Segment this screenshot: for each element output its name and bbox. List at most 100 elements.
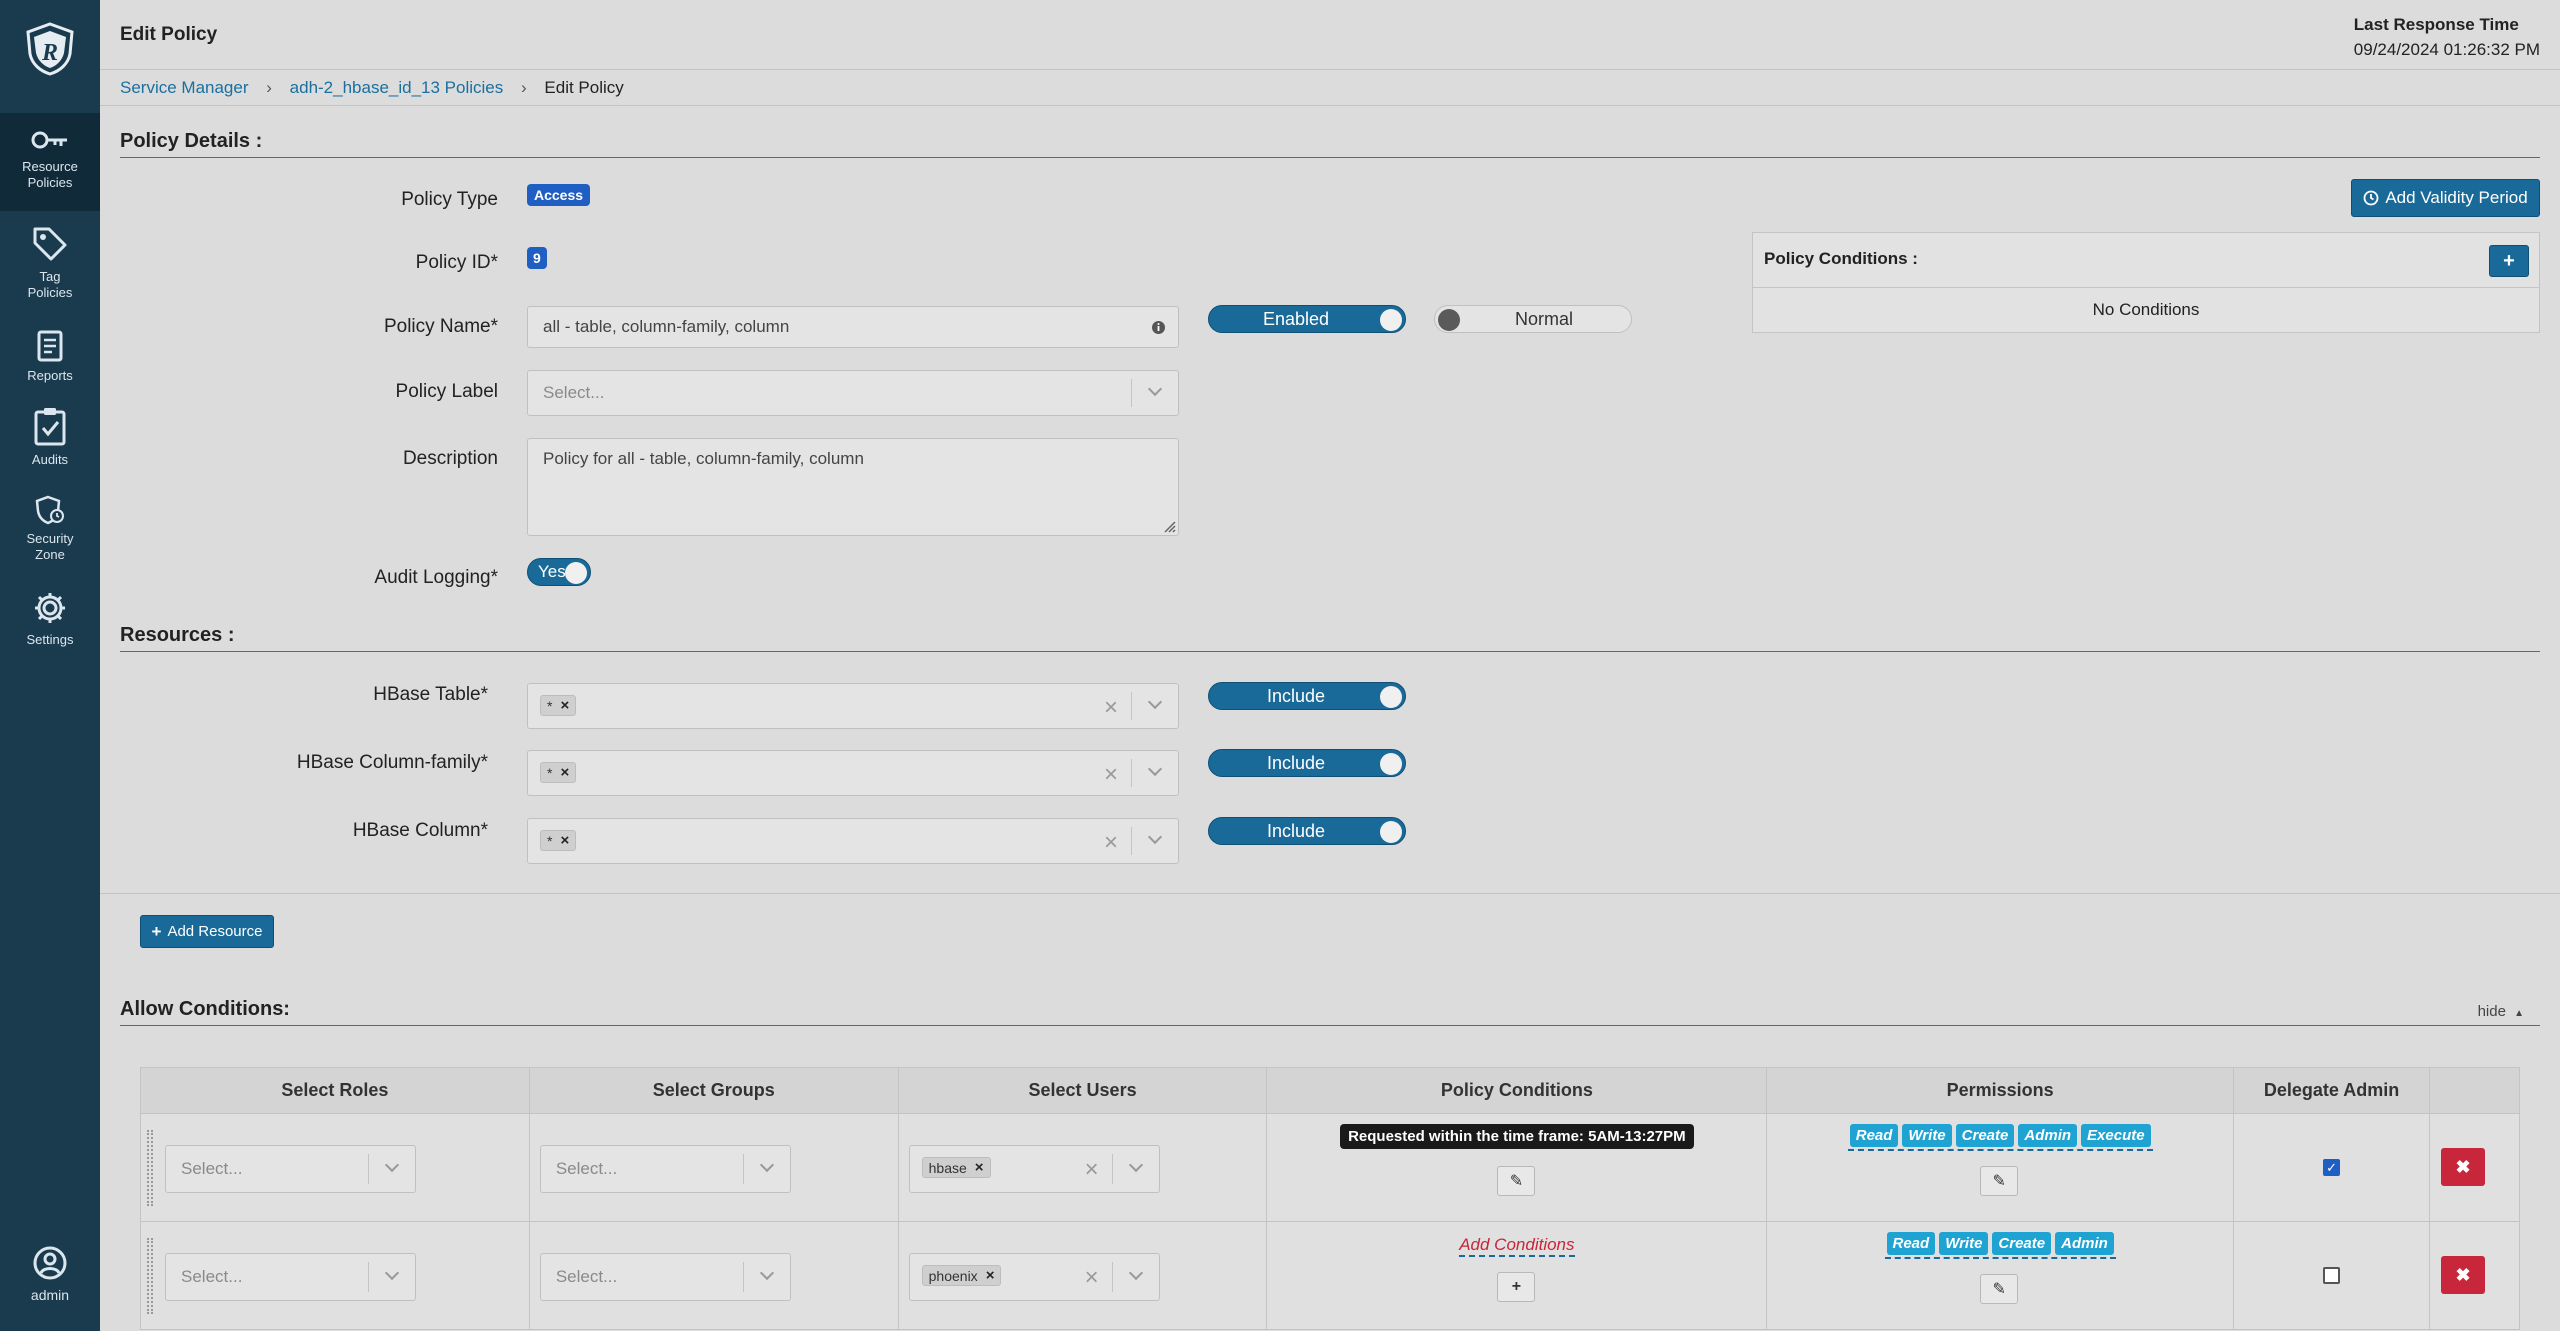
breadcrumb-service-manager[interactable]: Service Manager [120, 78, 249, 97]
policy-name-input[interactable]: all - table, column-family, column [527, 306, 1179, 348]
permission-tag: Admin [2055, 1232, 2114, 1255]
audit-logging-toggle[interactable]: Yes [527, 558, 591, 586]
permission-list[interactable]: Read Write Create Admin [1884, 1232, 2116, 1259]
permission-list[interactable]: Read Write Create Admin Execute [1847, 1124, 2153, 1151]
hide-toggle-link[interactable]: hide ▲ [2478, 1003, 2524, 1020]
description-value: Policy for all - table, column-family, c… [543, 449, 864, 468]
add-conditions-link[interactable]: Add Conditions [1459, 1235, 1575, 1257]
column-header: Select Groups [528, 1067, 899, 1114]
clear-icon[interactable]: × [1085, 1264, 1099, 1292]
select-users[interactable]: hbase × × [908, 1145, 1160, 1193]
security-zone-icon [35, 495, 64, 525]
toggle-knob [1380, 753, 1402, 775]
user-chip-label: phoenix [928, 1267, 978, 1284]
plus-icon: + [2503, 249, 2515, 272]
chevron-down-icon [759, 1265, 774, 1281]
remove-icon[interactable]: × [986, 1267, 995, 1284]
select-roles[interactable]: Select... [165, 1145, 416, 1193]
select-roles[interactable]: Select... [165, 1253, 416, 1301]
resize-handle-icon [1164, 521, 1176, 533]
sidebar-item-label: Security [26, 531, 74, 546]
remove-icon[interactable]: × [975, 1159, 984, 1176]
hbase-table-include-toggle[interactable]: Include [1208, 682, 1406, 710]
delegate-admin-checkbox[interactable] [2323, 1267, 2341, 1284]
clear-icon[interactable]: × [1085, 1156, 1099, 1184]
policy-label-select[interactable]: Select... [527, 370, 1179, 416]
include-toggle-label: Include [1266, 685, 1326, 706]
drag-handle-icon[interactable] [147, 1130, 153, 1206]
delete-row-button[interactable]: ✖ [2441, 1256, 2485, 1294]
include-toggle-label: Include [1266, 820, 1326, 841]
remove-icon[interactable]: × [560, 832, 569, 849]
section-divider [120, 157, 2540, 158]
policy-conditions-panel: Policy Conditions : + No Conditions [1752, 232, 2540, 333]
hbase-column-select[interactable]: * × × [527, 818, 1179, 864]
description-textarea[interactable]: Policy for all - table, column-family, c… [527, 438, 1179, 536]
sidebar-item-resource-policies[interactable]: Resource Policies [0, 113, 100, 211]
user-menu[interactable]: admin [0, 1245, 100, 1303]
add-resource-button[interactable]: + Add Resource [140, 915, 274, 948]
hbase-table-select[interactable]: * × × [527, 683, 1179, 729]
resource-value-chip: * × [540, 695, 577, 716]
report-icon [37, 330, 63, 362]
sidebar-item-label: Audits [31, 452, 69, 467]
add-condition-button[interactable]: + [1497, 1272, 1536, 1302]
sidebar-item-label: Policies [27, 285, 73, 300]
remove-icon[interactable]: × [560, 697, 569, 714]
sidebar-item-audits[interactable]: Audits [0, 406, 100, 468]
policy-type-badge: Access [527, 184, 591, 206]
select-groups[interactable]: Select... [539, 1253, 791, 1301]
select-groups[interactable]: Select... [539, 1145, 791, 1193]
sidebar-item-label: Settings [26, 632, 74, 647]
svg-text:R: R [41, 40, 58, 66]
edit-permissions-button[interactable]: ✎ [1980, 1166, 2019, 1196]
hbase-column-include-toggle[interactable]: Include [1208, 817, 1406, 845]
toggle-knob [1380, 686, 1402, 708]
actions-cell: ✖ [2429, 1221, 2520, 1330]
drag-handle-icon[interactable] [147, 1238, 153, 1314]
hbase-column-family-select[interactable]: * × × [527, 750, 1179, 796]
normal-toggle[interactable]: Normal [1434, 305, 1632, 333]
sidebar-item-settings[interactable]: Settings [0, 590, 100, 648]
key-icon [31, 131, 67, 149]
select-roles-placeholder: Select... [181, 1267, 243, 1286]
breadcrumb-policies[interactable]: adh-2_hbase_id_13 Policies [290, 78, 504, 97]
edit-condition-button[interactable]: ✎ [1497, 1166, 1536, 1196]
delegate-admin-checkbox[interactable]: ✓ [2323, 1159, 2341, 1176]
conditions-cell: Add Conditions + [1266, 1221, 1768, 1330]
ranger-logo-icon[interactable]: R [24, 22, 76, 76]
policy-id-label: Policy ID* [415, 252, 498, 273]
delete-row-button[interactable]: ✖ [2441, 1148, 2485, 1186]
user-chip: hbase × [921, 1157, 991, 1178]
sidebar-item-tag-policies[interactable]: Tag Policies [0, 225, 100, 301]
hbase-column-family-include-toggle[interactable]: Include [1208, 749, 1406, 777]
policy-type-label: Policy Type [401, 189, 498, 210]
clear-icon[interactable]: × [1104, 761, 1118, 789]
add-validity-period-button[interactable]: Add Validity Period [2351, 179, 2540, 217]
policy-label-label: Policy Label [395, 381, 498, 402]
enabled-toggle[interactable]: Enabled [1208, 305, 1406, 333]
select-users[interactable]: phoenix × × [908, 1253, 1160, 1301]
sidebar-item-security-zone[interactable]: Security Zone [0, 495, 100, 563]
permission-tag: Create [1955, 1124, 2015, 1147]
sidebar-item-reports[interactable]: Reports [0, 330, 100, 384]
hide-label: hide [2477, 1003, 2506, 1020]
toggle-knob [1380, 309, 1402, 331]
allow-conditions-title: Allow Conditions: [120, 998, 290, 1020]
policy-id-badge: 9 [527, 247, 547, 269]
add-policy-condition-button[interactable]: + [2489, 245, 2529, 277]
chevron-down-icon [384, 1157, 400, 1173]
remove-icon[interactable]: × [560, 764, 569, 781]
column-header: Delegate Admin [2233, 1067, 2430, 1114]
last-response-time: Last Response Time 09/24/2024 01:26:32 P… [2354, 12, 2540, 62]
clear-icon[interactable]: × [1104, 694, 1118, 722]
resource-value-chip: * × [540, 762, 577, 783]
conditions-cell: Requested within the time frame: 5AM-13:… [1266, 1113, 1768, 1222]
clear-icon[interactable]: × [1104, 829, 1118, 857]
add-validity-period-label: Add Validity Period [2385, 188, 2528, 207]
chevron-down-icon [1147, 761, 1163, 777]
permission-tag: Read [1886, 1232, 1936, 1255]
select-groups-placeholder: Select... [555, 1267, 618, 1286]
close-icon: ✖ [2455, 1156, 2471, 1177]
edit-permissions-button[interactable]: ✎ [1980, 1274, 2019, 1304]
